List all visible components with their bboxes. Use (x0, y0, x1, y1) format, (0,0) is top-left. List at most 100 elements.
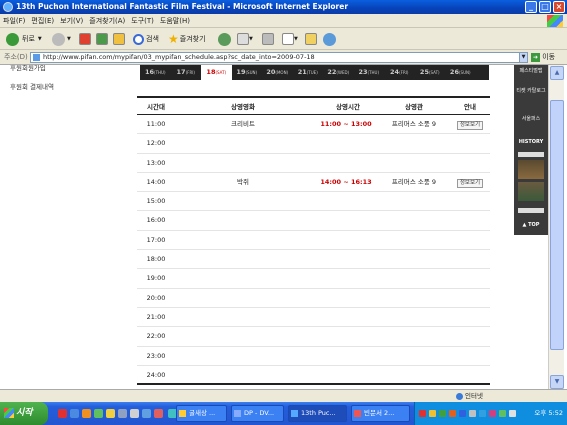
quick-seoul[interactable]: 서울퍼스 (514, 116, 548, 122)
leftnav-item-payment[interactable]: 후원회 결제내역 (10, 81, 54, 91)
film-cell[interactable]: 크리비트 (210, 115, 276, 134)
history-button[interactable] (218, 31, 231, 47)
table-row: 13:00 (137, 154, 490, 173)
left-nav: 후원회원가입 후원회 결제내역 (0, 65, 122, 389)
quick-ticket-catalog[interactable]: 티켓 카탈로그 (514, 88, 548, 94)
task-item-2[interactable]: DP - DV... (231, 405, 284, 422)
scroll-thumb[interactable] (550, 100, 564, 350)
showtime-cell: 14:00 ~ 16:13 (320, 177, 372, 186)
address-dropdown-button[interactable]: ▼ (519, 52, 528, 63)
tray-icon-8[interactable] (489, 410, 496, 417)
menu-view[interactable]: 보기(V) (57, 14, 86, 28)
top-button[interactable]: ▲ TOP (514, 221, 548, 229)
table-row: 20:00 (137, 289, 490, 308)
vertical-scrollbar[interactable]: ▲ ▼ (548, 65, 564, 389)
date-tab-21[interactable]: 21(TUE) (293, 65, 324, 80)
time-cell: 15:00 (146, 197, 166, 206)
tray-icon-2[interactable] (429, 410, 436, 417)
print-button[interactable] (262, 31, 274, 47)
refresh-button[interactable] (96, 31, 108, 47)
task-item-4[interactable]: 빈문서 2... (351, 405, 410, 422)
mail-button[interactable]: ▼ (237, 31, 253, 47)
tray-icon-5[interactable] (459, 410, 466, 417)
volume-icon[interactable] (509, 410, 516, 417)
date-tab-22[interactable]: 22(WED) (323, 65, 354, 80)
table-row: 15:00 (137, 192, 490, 212)
forward-button[interactable]: ▼ (52, 31, 71, 47)
date-tab-18[interactable]: 18(SAT) (201, 65, 232, 80)
quicklaunch-folder-icon[interactable] (106, 409, 115, 418)
task-label: DP - DV... (244, 409, 275, 417)
date-tab-17[interactable]: 17(FRI) (171, 65, 202, 80)
stop-button[interactable] (79, 31, 91, 47)
date-tab-26[interactable]: 26(SUN) (445, 65, 476, 80)
back-button[interactable]: 뒤로 ▼ (6, 31, 42, 47)
tray-icon-9[interactable] (499, 410, 506, 417)
quicklaunch-app2-icon[interactable] (130, 409, 139, 418)
messenger-button[interactable] (323, 31, 336, 47)
history-up-button[interactable] (518, 152, 544, 157)
go-label: 이동 (542, 53, 556, 61)
security-zone: 인터넷 (456, 390, 483, 402)
table-row: 24:00 (137, 366, 490, 386)
date-tab-23[interactable]: 23(THU) (354, 65, 385, 80)
date-tab-25[interactable]: 25(SAT) (415, 65, 446, 80)
quicklaunch-opera-icon[interactable] (58, 409, 67, 418)
search-button[interactable]: 검색 (133, 31, 159, 47)
quicklaunch-app-icon[interactable] (94, 409, 103, 418)
quick-festival-map[interactable]: 페스티벌맵 (514, 68, 548, 74)
date-selector: 16(THU) 17(FRI) 18(SAT) 19(SUN) 20(MON) 21(TU… (140, 65, 489, 80)
menu-file[interactable]: 파일(F) (0, 14, 28, 28)
task-item-1[interactable]: 굴새상 ... (176, 405, 227, 422)
quicklaunch-ie-icon[interactable] (70, 409, 79, 418)
close-button[interactable]: × (553, 1, 565, 13)
film-cell[interactable]: 박쥐 (210, 173, 276, 192)
info-button[interactable]: 정보보기 (456, 121, 484, 130)
scroll-up-button[interactable]: ▲ (550, 66, 564, 80)
discuss-button[interactable] (305, 31, 317, 47)
edit-button[interactable]: ▼ (282, 31, 298, 47)
page-viewport: 후원회원가입 후원회 결제내역 16(THU) 17(FRI) 18(SAT) 19(… (0, 64, 567, 389)
minimize-button[interactable]: _ (525, 1, 537, 13)
ie-icon (291, 410, 298, 417)
time-cell: 24:00 (146, 370, 166, 379)
tray-icon-7[interactable] (479, 410, 486, 417)
menu-edit[interactable]: 편집(E) (28, 14, 57, 28)
quicklaunch-firefox-icon[interactable] (82, 409, 91, 418)
menu-tools[interactable]: 도구(T) (128, 14, 157, 28)
date-tab-20[interactable]: 20(MON) (262, 65, 293, 80)
info-button[interactable]: 정보보기 (456, 178, 484, 188)
date-number: 17 (176, 68, 186, 76)
address-input[interactable]: http://www.pifan.com/mypifan/03_mypifan_… (30, 52, 528, 63)
title-bar[interactable]: 13th Puchon International Fantastic Film… (0, 0, 567, 14)
date-tab-16[interactable]: 16(THU) (140, 65, 171, 80)
quicklaunch-desktop-icon[interactable] (118, 409, 127, 418)
menu-favorites[interactable]: 즐겨찾기(A) (86, 14, 128, 28)
start-button[interactable]: 시작 (0, 402, 48, 425)
date-tab-19[interactable]: 19(SUN) (232, 65, 263, 80)
history-thumb-2[interactable] (518, 182, 544, 201)
zone-label: 인터넷 (465, 392, 483, 400)
quicklaunch-app4-icon[interactable] (154, 409, 163, 418)
favorites-button[interactable]: ★ 즐겨찾기 (168, 31, 206, 47)
home-icon (113, 33, 125, 45)
home-button[interactable] (113, 31, 125, 47)
maximize-button[interactable]: □ (539, 1, 551, 13)
date-weekday: (MON) (275, 70, 289, 75)
date-number: 24 (390, 68, 400, 76)
tray-icon-1[interactable] (419, 410, 426, 417)
date-tab-24[interactable]: 24(FRI) (384, 65, 415, 80)
tray-icon-3[interactable] (439, 410, 446, 417)
menu-help[interactable]: 도움말(H) (157, 14, 193, 28)
time-cell: 18:00 (146, 255, 166, 264)
task-item-3[interactable]: 13th Puc... (288, 405, 347, 422)
go-button[interactable]: ➜ 이동 (531, 52, 555, 63)
system-tray: 오후 5:52 (414, 402, 567, 425)
scroll-down-button[interactable]: ▼ (550, 375, 564, 389)
history-down-button[interactable] (518, 208, 544, 213)
tray-icon-4[interactable] (449, 410, 456, 417)
tray-icon-6[interactable] (469, 410, 476, 417)
quicklaunch-app3-icon[interactable] (142, 409, 151, 418)
history-thumb-1[interactable] (518, 160, 544, 179)
leftnav-item-signup[interactable]: 후원회원가입 (10, 65, 46, 72)
